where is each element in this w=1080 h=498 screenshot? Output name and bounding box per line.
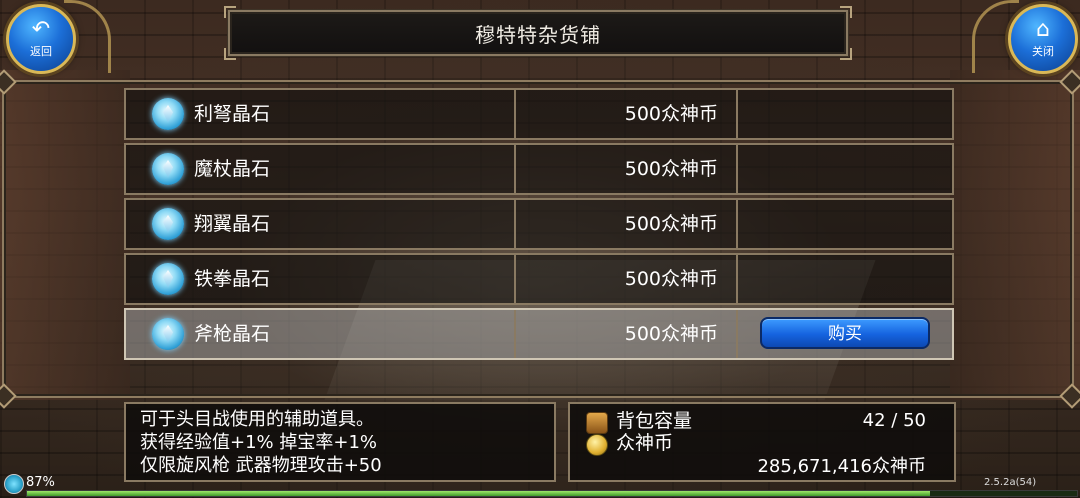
return-arrow-icon: ↶ xyxy=(31,17,51,42)
description-line: 可于头目战使用的辅助道具。 xyxy=(140,409,374,430)
item-row[interactable]: 翔翼晶石 500众神币 xyxy=(124,198,954,250)
item-name: 铁拳晶石 xyxy=(194,268,271,290)
item-name: 利弩晶石 xyxy=(194,103,271,125)
crystal-gem-icon xyxy=(152,318,184,350)
home-icon: ⌂ xyxy=(1036,17,1050,42)
close-label: 关闭 xyxy=(1032,45,1054,58)
experience-bar-fill xyxy=(27,491,930,496)
version-label: 2.5.2a(54) xyxy=(984,477,1037,488)
back-button[interactable]: ↶ 返回 xyxy=(6,4,76,74)
item-name: 魔杖晶石 xyxy=(194,158,271,180)
bag-capacity-value: 42 / 50 xyxy=(862,410,926,431)
item-price: 500众神币 xyxy=(624,323,718,345)
crystal-gem-icon xyxy=(152,208,184,240)
back-label: 返回 xyxy=(30,45,52,58)
currency-label: 众神币 xyxy=(616,432,674,454)
crystal-gem-icon xyxy=(152,263,184,295)
item-row-selected[interactable]: 斧枪晶石 500众神币 购买 xyxy=(124,308,954,360)
item-price: 500众神币 xyxy=(624,268,718,290)
close-button[interactable]: ⌂ 关闭 xyxy=(1008,4,1078,74)
item-row[interactable]: 铁拳晶石 500众神币 xyxy=(124,253,954,305)
item-price: 500众神币 xyxy=(624,213,718,235)
item-name: 翔翼晶石 xyxy=(194,213,271,235)
battery-orb-icon xyxy=(4,474,24,494)
item-row[interactable]: 利弩晶石 500众神币 xyxy=(124,88,954,140)
crystal-gem-icon xyxy=(152,98,184,130)
coin-icon xyxy=(586,434,608,456)
item-price: 500众神币 xyxy=(624,103,718,125)
item-name: 斧枪晶石 xyxy=(194,323,271,345)
description-line: 获得经验值+1% 掉宝率+1% xyxy=(140,432,377,453)
experience-bar xyxy=(26,490,1078,497)
shop-title: 穆特特杂货铺 xyxy=(475,22,601,47)
item-row[interactable]: 魔杖晶石 500众神币 xyxy=(124,143,954,195)
crystal-gem-icon xyxy=(152,153,184,185)
buy-button[interactable]: 购买 xyxy=(760,317,930,349)
shop-title-bar: 穆特特杂货铺 xyxy=(224,6,852,60)
bag-icon xyxy=(586,412,608,434)
item-price: 500众神币 xyxy=(624,158,718,180)
